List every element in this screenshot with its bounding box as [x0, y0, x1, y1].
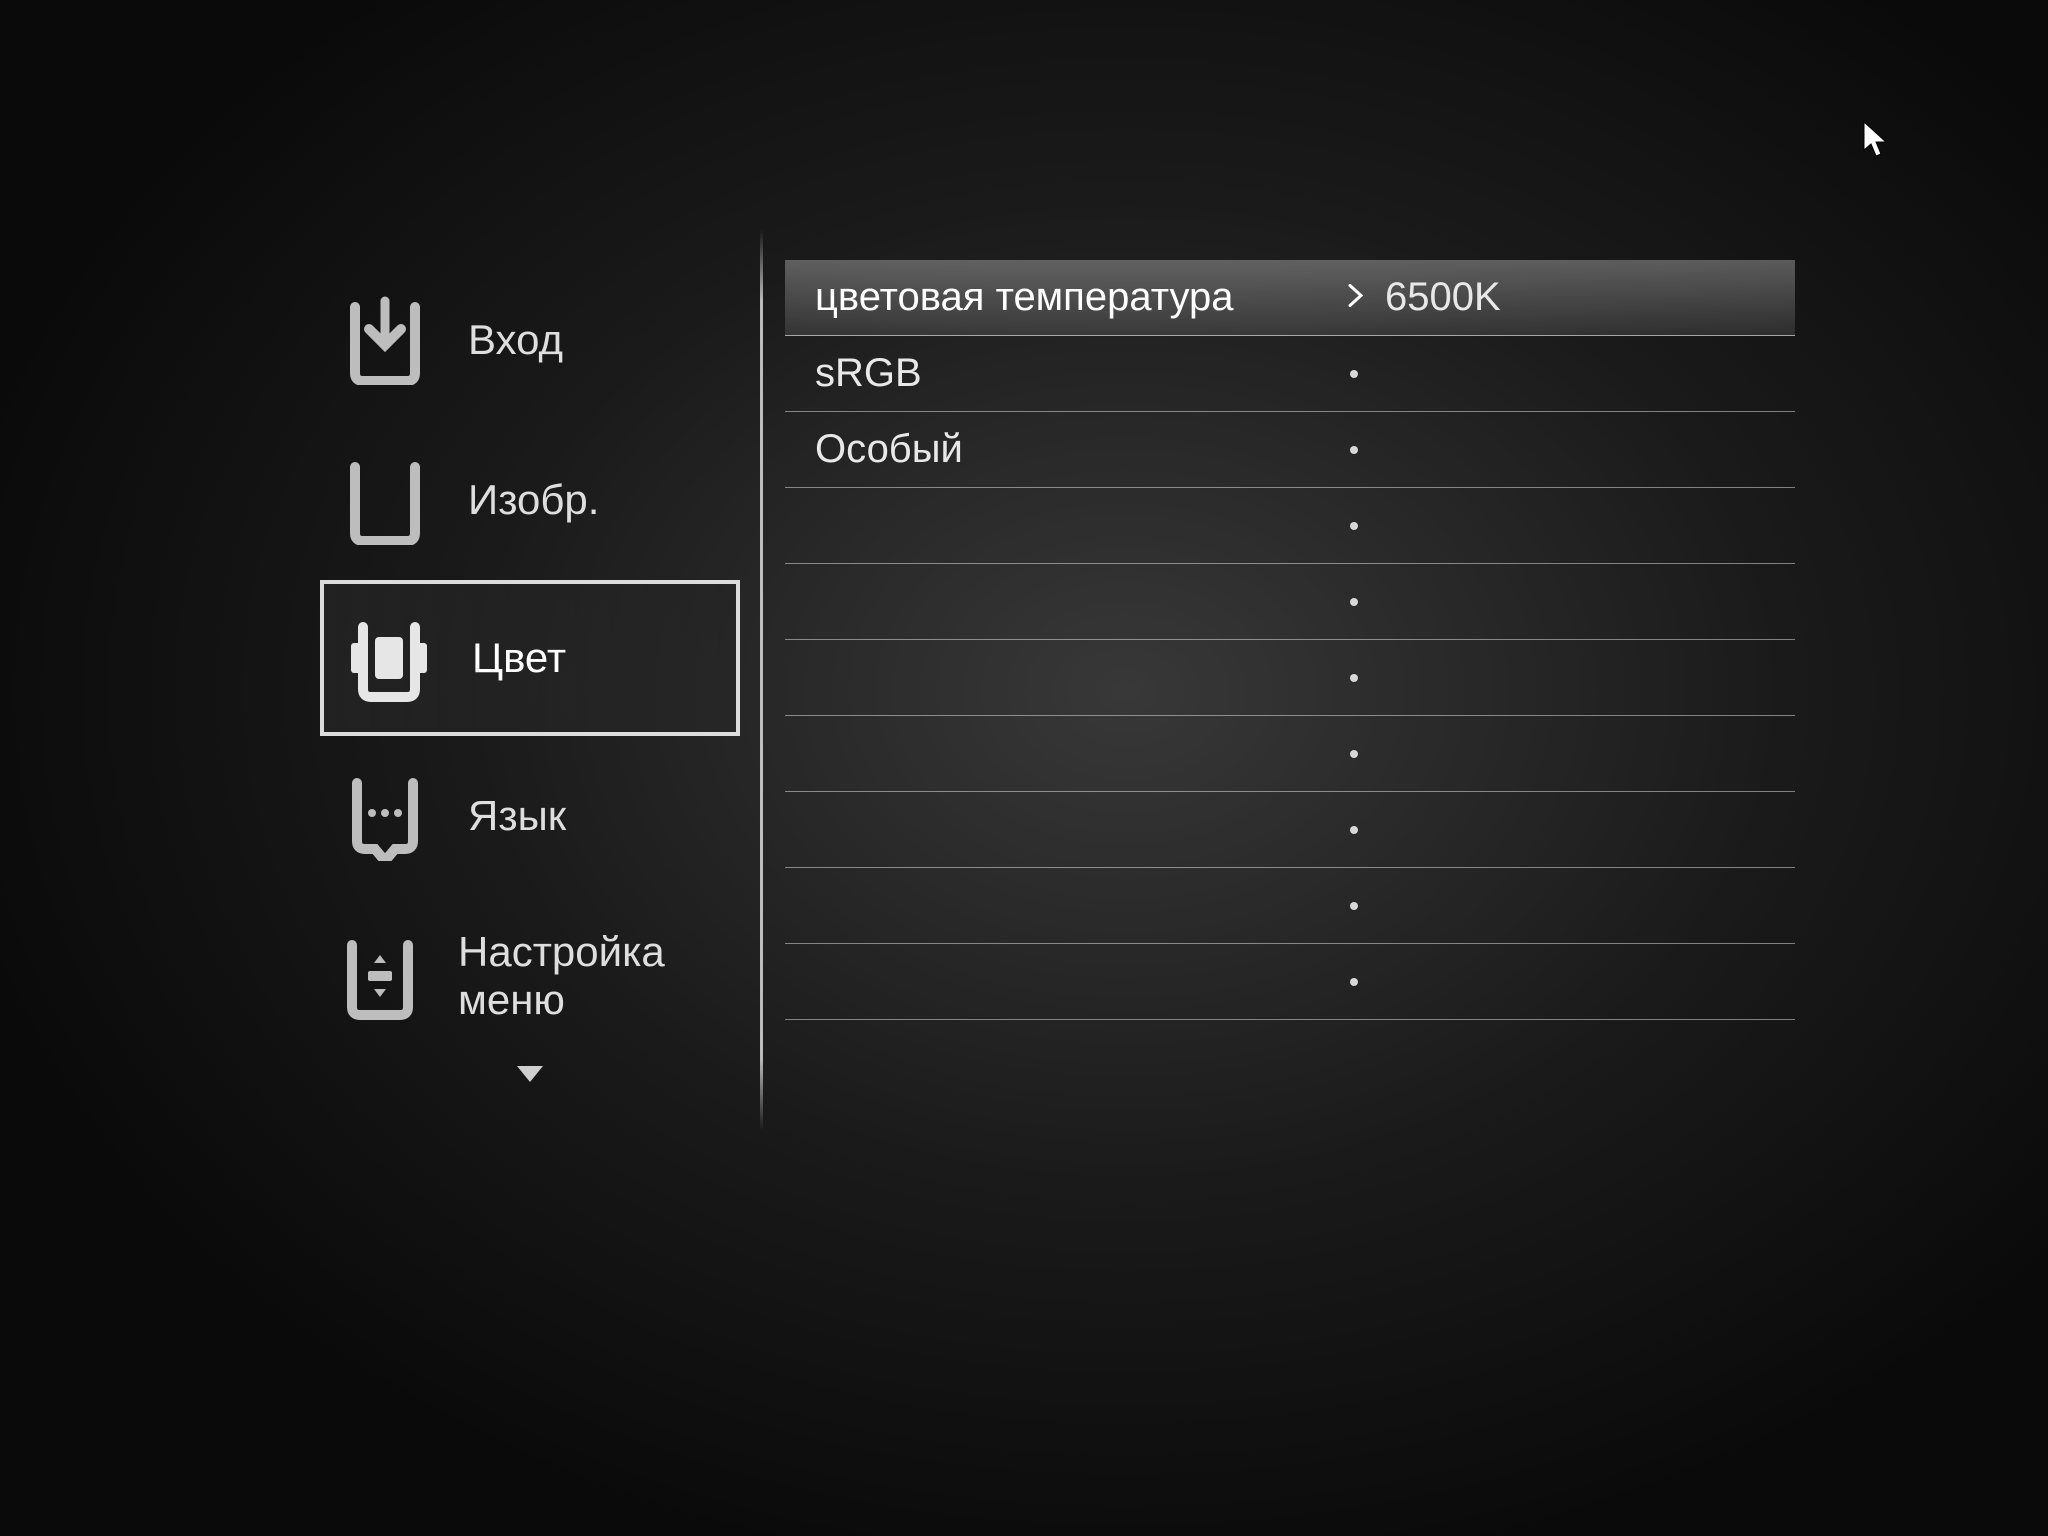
- osd-tab-list: Вход Изобр. Цвет: [320, 260, 740, 1130]
- mouse-cursor-icon: [1862, 120, 1890, 163]
- row-srgb[interactable]: sRGB: [785, 336, 1795, 412]
- row-empty[interactable]: [785, 792, 1795, 868]
- dot-icon: [1350, 978, 1358, 986]
- chevron-right-icon: [1347, 282, 1365, 313]
- row-empty[interactable]: [785, 640, 1795, 716]
- row-label: Особый: [785, 427, 1325, 472]
- row-empty[interactable]: [785, 868, 1795, 944]
- tab-language[interactable]: Язык: [320, 736, 740, 896]
- tab-menu-setup-label: Настройка меню: [458, 928, 740, 1024]
- dot-icon: [1350, 750, 1358, 758]
- row-empty[interactable]: [785, 488, 1795, 564]
- tab-image-label: Изобр.: [468, 476, 599, 524]
- tab-color[interactable]: Цвет: [320, 580, 740, 736]
- row-label: цветовая температура: [785, 275, 1325, 320]
- osd-menu: Вход Изобр. Цвет: [320, 260, 1795, 1130]
- menu-setup-icon: [330, 926, 430, 1026]
- language-icon: [330, 766, 440, 866]
- dot-icon: [1350, 674, 1358, 682]
- tab-color-label: Цвет: [472, 634, 566, 682]
- tab-image[interactable]: Изобр.: [320, 420, 740, 580]
- scroll-down-indicator[interactable]: [320, 1062, 740, 1086]
- row-empty[interactable]: [785, 944, 1795, 1020]
- vertical-divider: [760, 230, 763, 1130]
- dot-icon: [1350, 902, 1358, 910]
- settings-panel: цветовая температура 6500K sRGB Особый: [785, 260, 1795, 1130]
- tab-menu-setup[interactable]: Настройка меню: [320, 896, 740, 1056]
- dot-icon: [1350, 370, 1358, 378]
- row-value: 6500K: [1325, 275, 1795, 320]
- color-icon: [334, 608, 444, 708]
- row-empty[interactable]: [785, 716, 1795, 792]
- dot-icon: [1350, 826, 1358, 834]
- tab-language-label: Язык: [468, 792, 566, 840]
- dot-icon: [1350, 522, 1358, 530]
- row-empty[interactable]: [785, 564, 1795, 640]
- row-color-temperature[interactable]: цветовая температура 6500K: [785, 260, 1795, 336]
- dot-icon: [1350, 446, 1358, 454]
- row-custom[interactable]: Особый: [785, 412, 1795, 488]
- row-label: sRGB: [785, 351, 1325, 396]
- tab-input-label: Вход: [468, 316, 563, 364]
- image-icon: [330, 450, 440, 550]
- dot-icon: [1350, 598, 1358, 606]
- tab-input[interactable]: Вход: [320, 260, 740, 420]
- input-icon: [330, 290, 440, 390]
